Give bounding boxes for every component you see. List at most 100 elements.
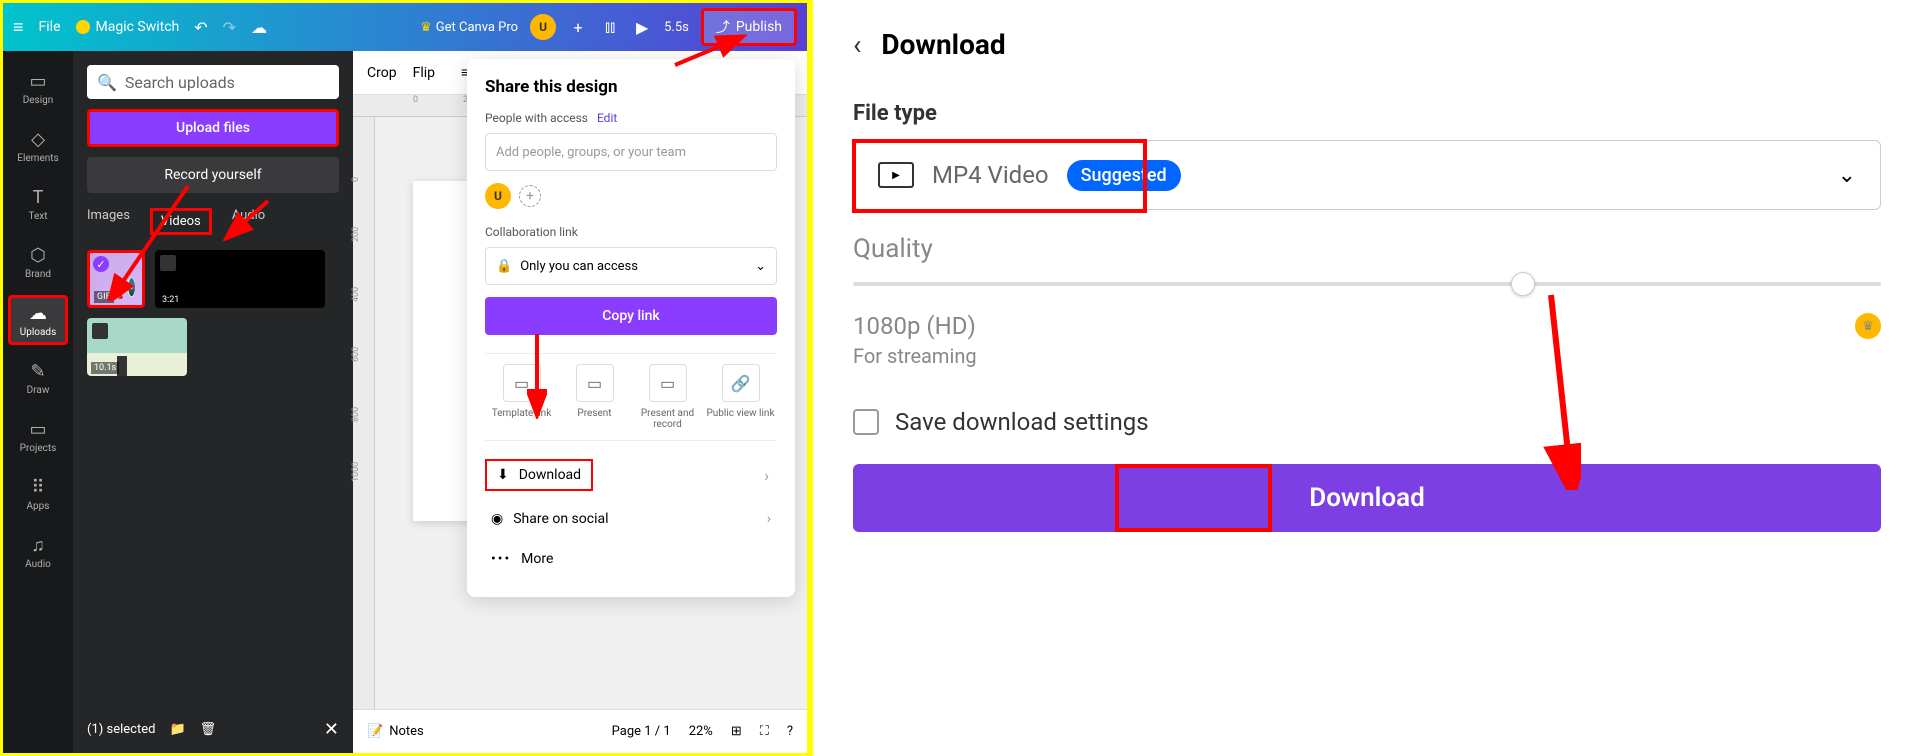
access-dropdown[interactable]: 🔒 Only you can access ⌄ [485, 247, 777, 285]
sidebar-projects[interactable]: ▭Projects [8, 411, 68, 461]
suggested-badge: Suggested [1067, 160, 1181, 191]
download-title: Download [881, 28, 1005, 61]
page-info: Page 1 / 1 [612, 724, 671, 739]
search-input[interactable]: 🔍 Search uploads [87, 65, 339, 99]
tab-audio[interactable]: Audio [232, 208, 265, 235]
magic-switch-button[interactable]: Magic Switch [76, 19, 180, 35]
sidebar-design[interactable]: ▭Design [8, 63, 68, 113]
elements-icon: ◇ [31, 129, 45, 150]
quality-slider[interactable] [853, 282, 1881, 286]
uploads-icon: ☁ [29, 303, 47, 324]
fullscreen-icon[interactable]: ⛶ [760, 724, 769, 739]
quality-description: For streaming [853, 344, 1881, 368]
redo-icon[interactable]: ↷ [223, 18, 236, 37]
back-button[interactable]: ‹ [853, 28, 861, 61]
text-icon: T [33, 187, 44, 208]
publish-button[interactable]: ⤴ Publish [701, 8, 797, 46]
zoom-level[interactable]: 22% [689, 724, 713, 739]
canvas-footer: 📝 Notes Page 1 / 1 22% ⊞ ⛶ ? [353, 709, 807, 753]
megaphone-icon: 📢 [112, 276, 137, 300]
folder-icon[interactable]: 📁 [169, 722, 185, 737]
copy-link-button[interactable]: Copy link [485, 297, 777, 335]
share-title: Share this design [485, 77, 777, 97]
save-settings-label: Save download settings [895, 408, 1149, 436]
sidebar-brand[interactable]: ⬡Brand [8, 237, 68, 287]
plus-icon[interactable]: + [568, 17, 588, 37]
selected-count: (1) selected [87, 722, 155, 737]
upload-thumb-video1[interactable]: 3:21 [155, 250, 325, 308]
uploads-panel: 🔍 Search uploads Upload files Record you… [73, 51, 353, 753]
sidebar-draw[interactable]: ✎Draw [8, 353, 68, 403]
present-option[interactable]: ▭Present [560, 364, 630, 430]
collab-label: Collaboration link [485, 225, 777, 239]
left-sidebar: ▭Design ◇Elements TText ⬡Brand ☁Uploads … [3, 51, 73, 753]
quality-value: 1080p (HD) [853, 312, 976, 340]
chevron-down-icon: ⌄ [755, 259, 766, 274]
user-avatar[interactable]: U [530, 14, 556, 40]
template-link-option[interactable]: ▭Template link [487, 364, 557, 430]
sidebar-elements[interactable]: ◇Elements [8, 121, 68, 171]
people-access-label: People with access Edit [485, 111, 777, 125]
add-people-input[interactable]: Add people, groups, or your team [485, 133, 777, 171]
share-panel: Share this design People with access Edi… [467, 59, 795, 597]
add-person-button[interactable]: + [519, 185, 541, 207]
undo-icon[interactable]: ↶ [194, 18, 207, 37]
download-icon: ⬇ [497, 467, 509, 483]
apps-icon: ⠿ [31, 477, 44, 498]
file-menu[interactable]: File [39, 19, 61, 35]
save-settings-checkbox[interactable] [853, 409, 879, 435]
user-avatar-small[interactable]: U [485, 183, 511, 209]
download-option[interactable]: ⬇ Download [485, 459, 593, 491]
quality-label: Quality [853, 234, 1881, 264]
share-social-option[interactable]: ◉ Share on social › [485, 499, 777, 539]
tab-videos[interactable]: Videos [150, 208, 212, 235]
get-pro-button[interactable]: ♛ Get Canva Pro [420, 20, 518, 35]
hamburger-icon[interactable]: ≡ [13, 17, 24, 38]
sidebar-audio[interactable]: ♫Audio [8, 527, 68, 577]
top-toolbar: ≡ File Magic Switch ↶ ↷ ☁ ♛ Get Canva Pr… [3, 3, 807, 51]
present-record-option[interactable]: ▭Present and record [633, 364, 703, 430]
cloud-sync-icon[interactable]: ☁ [251, 18, 267, 37]
trash-icon[interactable]: 🗑 [200, 722, 217, 737]
chart-icon[interactable]: ⫾⫾ [600, 17, 620, 37]
download-button[interactable]: Download [853, 464, 1881, 532]
upload-files-button[interactable]: Upload files [87, 109, 339, 147]
filetype-dropdown[interactable]: ▶ MP4 Video Suggested ⌄ [853, 140, 1881, 210]
crown-icon: ♛ [1855, 313, 1881, 339]
present-icon: ▭ [576, 364, 614, 402]
flip-button[interactable]: Flip [413, 65, 435, 81]
record-yourself-button[interactable]: Record yourself [87, 157, 339, 193]
upload-thumb-gif[interactable]: 📢 GIF [87, 250, 145, 308]
edit-access-link[interactable]: Edit [597, 111, 617, 125]
duration-label: 5.5s [664, 20, 689, 35]
notes-icon: 📝 [367, 724, 383, 739]
more-icon: ••• [491, 551, 511, 567]
sidebar-text[interactable]: TText [8, 179, 68, 229]
uploads-tabs: Images Videos Audio [87, 208, 339, 235]
social-icon: ◉ [491, 511, 503, 527]
upload-thumb-video2[interactable]: 10.1s [87, 318, 187, 376]
sidebar-uploads[interactable]: ☁Uploads [8, 295, 68, 345]
play-icon[interactable]: ▶ [632, 17, 652, 37]
notes-button[interactable]: 📝 Notes [367, 724, 424, 739]
design-icon: ▭ [29, 71, 46, 92]
more-option[interactable]: ••• More [485, 539, 777, 579]
close-icon[interactable]: ✕ [324, 719, 339, 740]
sidebar-apps[interactable]: ⠿Apps [8, 469, 68, 519]
video-icon: ▶ [878, 162, 914, 188]
brand-icon: ⬡ [30, 245, 46, 266]
sparkle-icon [76, 20, 90, 34]
slider-thumb[interactable] [1511, 272, 1535, 296]
public-link-option[interactable]: 🔗Public view link [706, 364, 776, 430]
ruler-vertical: 0 200 400 600 800 1000 [353, 117, 375, 709]
download-panel: ‹ Download File type ▶ MP4 Video Suggest… [810, 0, 1921, 756]
record-icon: ▭ [649, 364, 687, 402]
tab-images[interactable]: Images [87, 208, 130, 235]
chevron-down-icon: ⌄ [1838, 163, 1856, 188]
link-icon: 🔗 [722, 364, 760, 402]
crop-button[interactable]: Crop [367, 65, 397, 81]
grid-icon[interactable]: ⊞ [731, 724, 742, 739]
help-icon[interactable]: ? [787, 724, 793, 739]
lock-icon: 🔒 [496, 259, 512, 274]
selection-bar: (1) selected 📁 🗑 ✕ [73, 705, 353, 753]
